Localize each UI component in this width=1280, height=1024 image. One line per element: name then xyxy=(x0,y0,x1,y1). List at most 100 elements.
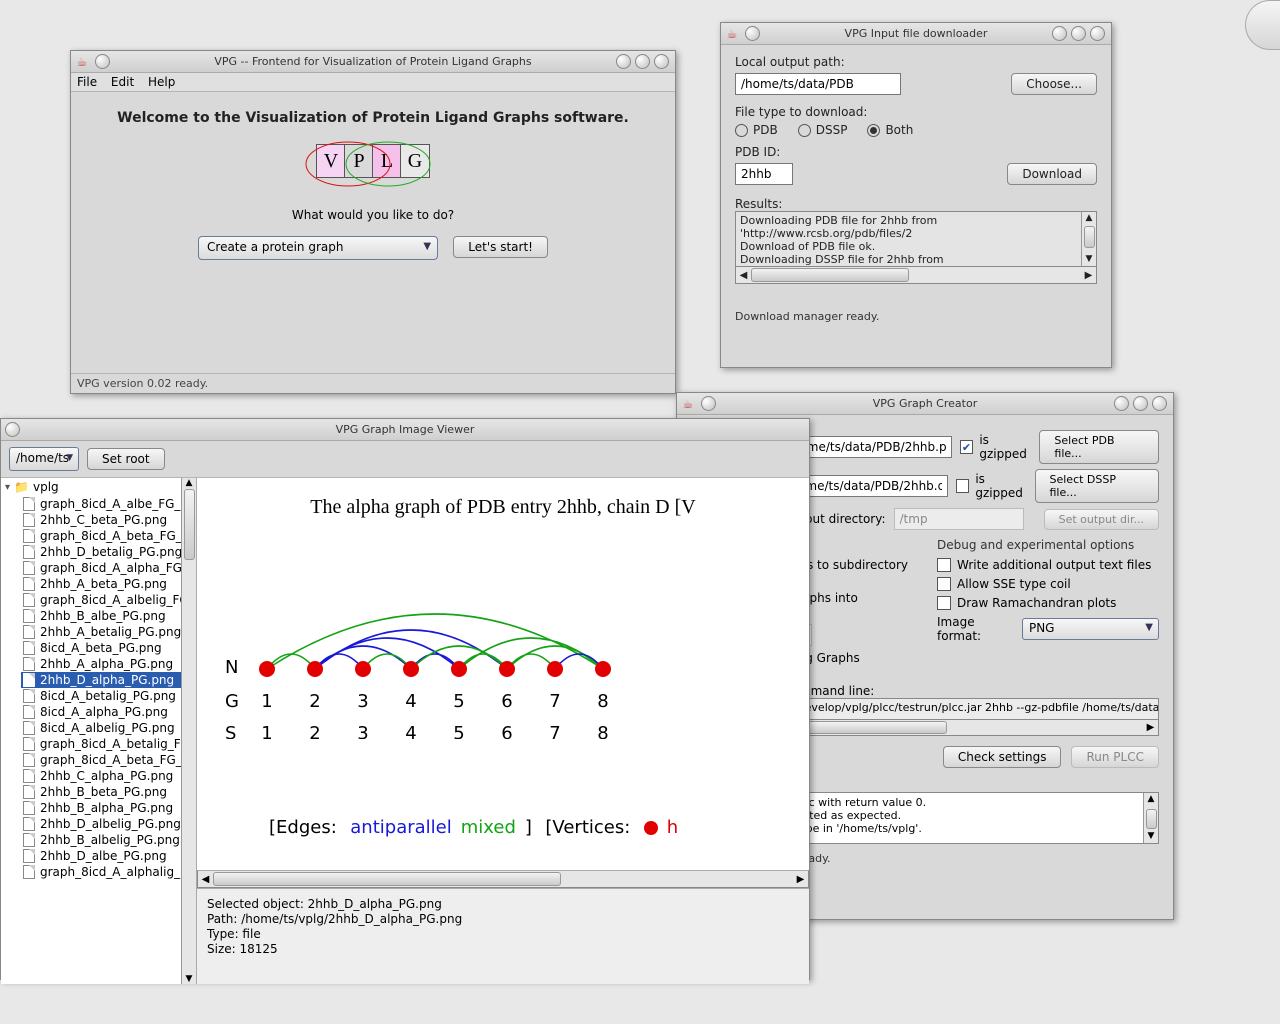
minimize-button[interactable] xyxy=(616,54,631,69)
radio-both[interactable]: Both xyxy=(867,123,913,137)
local-output-input[interactable] xyxy=(735,73,901,95)
results-label: Results: xyxy=(735,197,1097,211)
tree-item[interactable]: graph_8icd_A_beta_FG_1 xyxy=(21,752,192,768)
java-icon xyxy=(724,26,740,42)
task-select[interactable]: Create a protein graph xyxy=(198,236,438,260)
radio-pdb[interactable]: PDB xyxy=(735,123,778,137)
close-button[interactable] xyxy=(654,54,669,69)
minimize-button[interactable] xyxy=(1114,396,1129,411)
tree-item[interactable]: 8icd_A_beta_PG.png xyxy=(21,640,192,656)
window-menu-button[interactable] xyxy=(701,396,716,411)
menu-edit[interactable]: Edit xyxy=(111,75,134,89)
select-pdb-button[interactable]: Select PDB file... xyxy=(1039,430,1159,464)
choose-button[interactable]: Choose... xyxy=(1011,73,1097,95)
svg-text:2: 2 xyxy=(309,723,320,739)
graph-legend: [Edges: antiparallel mixed ] [Vertices: … xyxy=(269,817,809,838)
menu-help[interactable]: Help xyxy=(148,75,175,89)
opt-addl-text-checkbox[interactable] xyxy=(937,558,951,572)
close-button[interactable] xyxy=(1090,26,1105,41)
titlebar[interactable]: VPG Graph Image Viewer xyxy=(1,419,809,441)
svg-text:7: 7 xyxy=(549,691,560,712)
svg-text:6: 6 xyxy=(501,723,512,739)
menu-file[interactable]: File xyxy=(77,75,97,89)
svg-text:8: 8 xyxy=(597,691,608,712)
tree-vscroll[interactable]: ▲▼ xyxy=(181,478,196,984)
image-format-select[interactable]: PNG xyxy=(1022,618,1159,640)
pdb-gzipped-checkbox[interactable] xyxy=(960,440,974,454)
tree-item[interactable]: 2hhb_D_albelig_PG.png xyxy=(21,816,192,832)
tree-item[interactable]: 8icd_A_albelig_PG.png xyxy=(21,720,192,736)
tree-item[interactable]: 2hhb_C_beta_PG.png xyxy=(21,512,192,528)
download-button[interactable]: Download xyxy=(1007,163,1097,185)
tree-folder[interactable]: 📁vplg xyxy=(5,480,192,494)
java-icon xyxy=(680,396,696,412)
tree-item[interactable]: 2hhb_C_alpha_PG.png xyxy=(21,768,192,784)
tree-item[interactable]: 2hhb_B_alpha_PG.png xyxy=(21,800,192,816)
tree-item[interactable]: 2hhb_A_beta_PG.png xyxy=(21,576,192,592)
results-box: Downloading PDB file for 2hhb from 'http… xyxy=(735,211,1097,267)
svg-text:1: 1 xyxy=(261,723,272,739)
window-menu-button[interactable] xyxy=(5,422,20,437)
tree-item[interactable]: graph_8icd_A_beta_FG_0 xyxy=(21,528,192,544)
tree-item[interactable]: graph_8icd_A_alphalig_F xyxy=(21,864,192,880)
tree-item[interactable]: 8icd_A_alpha_PG.png xyxy=(21,704,192,720)
tree-item[interactable]: 2hhb_D_albe_PG.png xyxy=(21,848,192,864)
image-canvas: The alpha graph of PDB entry 2hhb, chain… xyxy=(197,478,809,870)
minimize-button[interactable] xyxy=(1052,26,1067,41)
path-select[interactable]: /home/ts xyxy=(9,447,79,471)
debug-options-header: Debug and experimental options xyxy=(937,538,1159,552)
local-output-label: Local output path: xyxy=(735,55,1097,69)
maximize-button[interactable] xyxy=(1071,26,1086,41)
lets-start-button[interactable]: Let's start! xyxy=(453,236,548,258)
results-vscroll[interactable]: ▲▼ xyxy=(1081,212,1096,266)
titlebar[interactable]: VPG Graph Creator xyxy=(677,393,1173,415)
tree-item[interactable]: 2hhb_B_albelig_PG.png xyxy=(21,832,192,848)
vpg-image-viewer-window: VPG Graph Image Viewer /home/ts Set root… xyxy=(0,418,810,980)
check-settings-button[interactable]: Check settings xyxy=(943,746,1062,768)
custom-out-field xyxy=(894,508,1024,530)
pdbid-input[interactable] xyxy=(735,163,793,185)
tree-item[interactable]: graph_8icd_A_betalig_FG xyxy=(21,736,192,752)
svg-text:4: 4 xyxy=(405,691,416,712)
titlebar[interactable]: VPG -- Frontend for Visualization of Pro… xyxy=(71,51,675,73)
opt-allow-coil-checkbox[interactable] xyxy=(937,577,951,591)
tree-item[interactable]: graph_8icd_A_albe_FG_0 xyxy=(21,496,192,512)
select-dssp-button[interactable]: Select DSSP file... xyxy=(1035,469,1160,503)
svg-text:G: G xyxy=(225,691,239,712)
tree-item[interactable]: 2hhb_B_albe_PG.png xyxy=(21,608,192,624)
tree-item[interactable]: 2hhb_B_beta_PG.png xyxy=(21,784,192,800)
tree-item[interactable]: 2hhb_A_alpha_PG.png xyxy=(21,656,192,672)
window-menu-button[interactable] xyxy=(745,26,760,41)
results-hscroll[interactable]: ◀▶ xyxy=(735,267,1097,284)
creator-results-vscroll[interactable]: ▲▼ xyxy=(1143,793,1158,843)
radio-dssp[interactable]: DSSP xyxy=(798,123,848,137)
set-root-button[interactable]: Set root xyxy=(87,448,165,470)
set-output-dir-button: Set output dir... xyxy=(1044,509,1159,530)
vplg-logo: VPLG xyxy=(87,144,659,178)
svg-text:8: 8 xyxy=(597,723,608,739)
status-bar: VPG version 0.02 ready. xyxy=(71,373,675,393)
tree-item[interactable]: 2hhb_D_betalig_PG.png xyxy=(21,544,192,560)
maximize-button[interactable] xyxy=(635,54,650,69)
tree-item[interactable]: 2hhb_D_alpha_PG.png xyxy=(21,672,192,688)
svg-text:3: 3 xyxy=(357,723,368,739)
opt-rama-checkbox[interactable] xyxy=(937,596,951,610)
run-plcc-button: Run PLCC xyxy=(1071,746,1159,768)
tree-item[interactable]: graph_8icd_A_alpha_FG_ xyxy=(21,560,192,576)
window-title: VPG Graph Creator xyxy=(677,397,1173,410)
tree-item[interactable]: graph_8icd_A_albelig_FG xyxy=(21,592,192,608)
file-type-label: File type to download: xyxy=(735,105,1097,119)
svg-text:1: 1 xyxy=(261,691,272,712)
svg-text:4: 4 xyxy=(405,723,416,739)
window-menu-button[interactable] xyxy=(95,54,110,69)
file-tree-pane: 📁vplg graph_8icd_A_albe_FG_02hhb_C_beta_… xyxy=(1,478,197,984)
tree-item[interactable]: 2hhb_A_betalig_PG.png xyxy=(21,624,192,640)
vpg-downloader-window: VPG Input file downloader Local output p… xyxy=(720,22,1112,368)
titlebar[interactable]: VPG Input file downloader xyxy=(721,23,1111,45)
dssp-gzipped-checkbox[interactable] xyxy=(956,479,970,493)
close-button[interactable] xyxy=(1152,396,1167,411)
image-hscroll[interactable]: ◀▶ xyxy=(197,870,809,888)
menubar: File Edit Help xyxy=(71,73,675,92)
maximize-button[interactable] xyxy=(1133,396,1148,411)
tree-item[interactable]: 8icd_A_betalig_PG.png xyxy=(21,688,192,704)
